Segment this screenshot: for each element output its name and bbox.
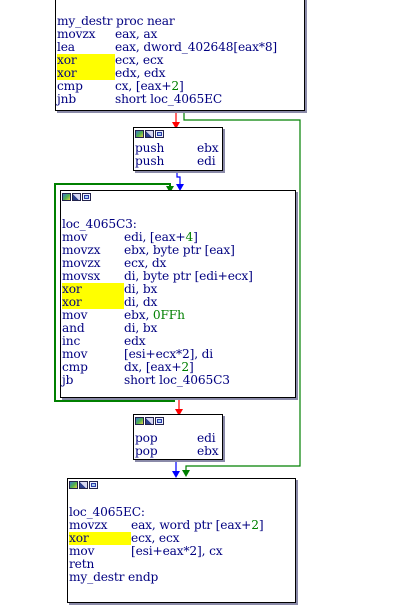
color-icon[interactable]: [62, 193, 71, 201]
text-view-icon[interactable]: [82, 193, 91, 201]
mnemonic: jb: [62, 373, 74, 387]
constant: 4: [185, 230, 194, 244]
color-icon[interactable]: [135, 130, 144, 138]
graph-icon[interactable]: [145, 130, 154, 138]
text-view-icon[interactable]: [89, 481, 98, 489]
edge-arrow: [182, 470, 190, 477]
code-lines: my_destr proc near movzx eax, ax lea eax, dw…: [56, 0, 304, 106]
graph-icon[interactable]: [145, 417, 154, 425]
code-line[interactable]: my_destr endp: [69, 571, 295, 584]
code-line[interactable]: mov ebx, 0FFh: [62, 309, 295, 322]
code-block-5[interactable]: loc_4065EC: movzx eax, word ptr [eax+2] xor…: [67, 478, 296, 603]
code-line[interactable]: xor ecx, ecx: [57, 54, 304, 67]
mnemonic: push: [135, 154, 165, 168]
color-icon[interactable]: [135, 417, 144, 425]
edge-arrow: [172, 471, 180, 478]
operands: [esi+eax*2], cx: [131, 544, 223, 558]
code-line[interactable]: xor di, bx: [62, 283, 295, 296]
label: my_destr endp: [69, 570, 159, 584]
graph-icon[interactable]: [79, 481, 88, 489]
code-lines: loc_4065EC: movzx eax, word ptr [eax+2] xor…: [68, 493, 295, 584]
constant: 0FFh: [152, 308, 185, 322]
code-lines: loc_4065C3: mov edi, [eax+4] movzx ebx, byte…: [61, 205, 295, 387]
edge-b2-b3: [176, 170, 181, 186]
code-line[interactable]: mov [esi+eax*2], cx: [69, 545, 295, 558]
block-header: [134, 415, 222, 429]
code-lines: push ebx push edi: [134, 142, 222, 168]
constant: 2: [181, 360, 190, 374]
mnemonic: jnb: [57, 92, 76, 106]
code-line[interactable]: and di, bx: [62, 322, 295, 335]
code-block-4[interactable]: pop edi pop ebx: [133, 414, 223, 460]
code-line[interactable]: pop ebx: [135, 445, 222, 458]
code-block-1[interactable]: my_destr proc near movzx eax, ax lea eax, dw…: [55, 0, 305, 111]
block-header: [134, 128, 222, 142]
code-line[interactable]: lea eax, dword_402648[eax*8]: [57, 41, 304, 54]
text-view-icon[interactable]: [155, 417, 164, 425]
text-view-icon[interactable]: [155, 130, 164, 138]
color-icon[interactable]: [69, 481, 78, 489]
block-header: [61, 191, 295, 205]
mnemonic: pop: [135, 444, 158, 458]
constant: 2: [251, 518, 259, 532]
operands: ebx: [197, 444, 219, 458]
graph-icon[interactable]: [72, 193, 81, 201]
code-block-3[interactable]: loc_4065C3: mov edi, [eax+4] movzx ebx, byte…: [60, 190, 296, 398]
operands: short loc_4065C3: [124, 373, 230, 387]
code-line[interactable]: movzx eax, word ptr [eax+2]: [69, 519, 295, 532]
code-line[interactable]: push edi: [135, 155, 222, 168]
constant: 2: [171, 79, 180, 93]
code-lines: pop edi pop ebx: [134, 429, 222, 458]
code-line[interactable]: jnb short loc_4065EC: [57, 93, 304, 106]
block-header: [68, 479, 295, 493]
operands: edi: [197, 154, 216, 168]
graph-canvas[interactable]: my_destr proc near movzx eax, ax lea eax, dw…: [0, 0, 401, 608]
code-line[interactable]: movsx di, byte ptr [edi+ecx]: [62, 270, 295, 283]
operands: short loc_4065EC: [115, 92, 223, 106]
code-line[interactable]: jb short loc_4065C3: [62, 374, 295, 387]
code-block-2[interactable]: push ebx push edi: [133, 127, 223, 171]
